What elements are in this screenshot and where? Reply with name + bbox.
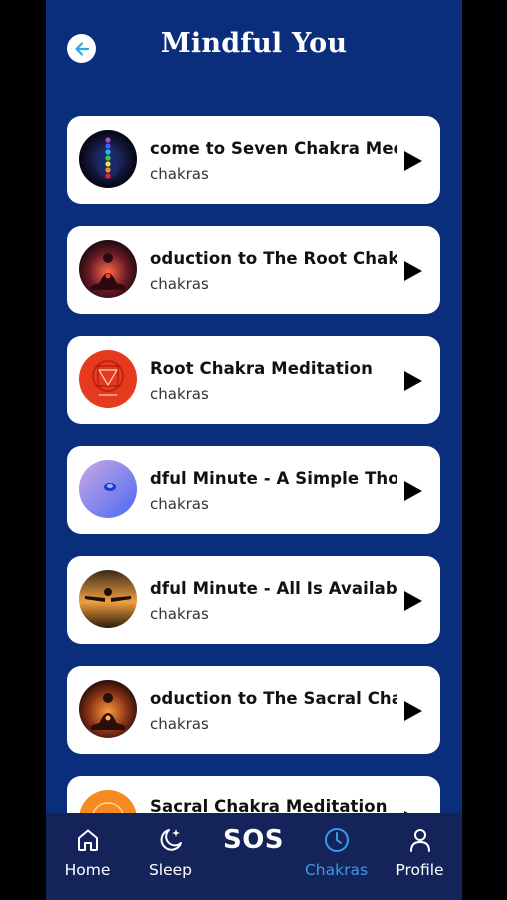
home-icon xyxy=(77,829,98,851)
play-icon[interactable] xyxy=(402,589,424,613)
seven-chakras-icon xyxy=(79,130,137,188)
glowing-orb-icon xyxy=(79,460,137,518)
track-card[interactable]: dful Minute - A Simple Thoug chakras xyxy=(67,446,440,534)
sunset-person-icon xyxy=(79,570,137,628)
root-chakra-meditator-icon xyxy=(79,240,137,298)
track-category: chakras xyxy=(150,385,209,403)
tab-label: Chakras xyxy=(304,861,369,879)
tab-label: Sleep xyxy=(148,861,193,879)
track-card[interactable]: come to Seven Chakra Medit chakras xyxy=(67,116,440,204)
sacral-chakra-symbol-icon xyxy=(79,790,137,813)
sacral-chakra-meditator-icon xyxy=(79,680,137,738)
page-title: Mindful You xyxy=(160,28,348,59)
track-title: oduction to The Root Chakra xyxy=(150,249,397,268)
track-card[interactable]: Sacral Chakra Meditation chakras xyxy=(67,776,440,813)
play-icon[interactable] xyxy=(402,149,424,173)
root-chakra-symbol-icon xyxy=(79,350,137,408)
track-category: chakras xyxy=(150,715,209,733)
tab-sleep[interactable]: Sleep xyxy=(129,813,212,900)
tab-profile[interactable]: Profile xyxy=(378,813,461,900)
play-icon[interactable] xyxy=(402,369,424,393)
track-category: chakras xyxy=(150,495,209,513)
tab-home[interactable]: Home xyxy=(46,813,129,900)
user-icon xyxy=(409,829,430,852)
sos-label: SOS xyxy=(222,825,285,855)
tab-chakras[interactable]: Chakras xyxy=(295,813,378,900)
track-title: dful Minute - All Is Available xyxy=(150,579,397,598)
track-list[interactable]: come to Seven Chakra Medit chakras oduct… xyxy=(46,116,462,813)
bottom-tab-bar: Home Sleep SOS Chakras Profile xyxy=(46,813,462,900)
tab-sos[interactable]: SOS xyxy=(212,813,295,900)
track-title: Root Chakra Meditation xyxy=(150,359,373,378)
moon-stars-icon xyxy=(160,829,182,851)
play-icon[interactable] xyxy=(402,699,424,723)
track-title: Sacral Chakra Meditation xyxy=(150,797,388,813)
tab-label: Profile xyxy=(395,861,444,879)
track-category: chakras xyxy=(150,165,209,183)
track-card[interactable]: Root Chakra Meditation chakras xyxy=(67,336,440,424)
track-title: come to Seven Chakra Medit xyxy=(150,139,397,158)
track-title: dful Minute - A Simple Thoug xyxy=(150,469,397,488)
play-icon[interactable] xyxy=(402,479,424,503)
tab-label: Home xyxy=(64,861,111,879)
app-screen: Mindful You come to Seven Chakra Medit c… xyxy=(46,0,462,900)
track-card[interactable]: dful Minute - All Is Available chakras xyxy=(67,556,440,644)
track-card[interactable]: oduction to The Sacral Chak chakras xyxy=(67,666,440,754)
play-icon[interactable] xyxy=(402,259,424,283)
clock-icon xyxy=(324,828,349,852)
track-title: oduction to The Sacral Chak xyxy=(150,689,397,708)
track-card[interactable]: oduction to The Root Chakra chakras xyxy=(67,226,440,314)
track-category: chakras xyxy=(150,275,209,293)
track-category: chakras xyxy=(150,605,209,623)
header: Mindful You xyxy=(46,0,462,100)
